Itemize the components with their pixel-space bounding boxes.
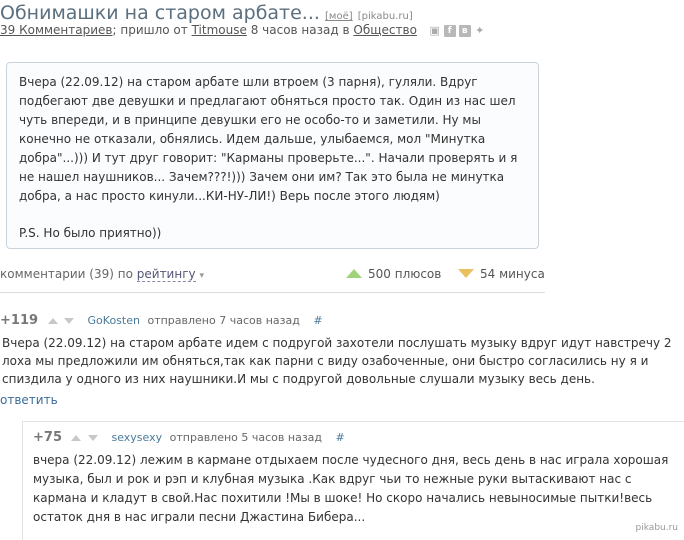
comment-permalink[interactable]: #	[336, 431, 345, 444]
minus-arrow-icon	[458, 269, 474, 278]
facebook-icon[interactable]: f	[443, 24, 456, 37]
post-header: Обнимашки на старом арбате... [моё] [pik…	[0, 2, 413, 24]
divider	[0, 292, 545, 293]
comment-author-link[interactable]: sexysexy	[111, 431, 162, 444]
vkontakte-icon[interactable]: в	[458, 24, 471, 37]
comment-score: +119	[0, 313, 39, 328]
sort-dropdown[interactable]: рейтингу	[136, 267, 196, 282]
category-link[interactable]: Общество	[353, 23, 417, 37]
watermark: pikabu.ru	[635, 523, 678, 533]
comment: +119 GoKosten отправлено 7 часов назад #…	[0, 313, 684, 407]
tag-mine[interactable]: [моё]	[325, 11, 353, 22]
twitter-icon[interactable]: ✦	[474, 24, 486, 37]
chevron-down-icon[interactable]: ▾	[199, 271, 204, 281]
minus-counter: 54 минуса	[458, 267, 545, 281]
comment-score: +75	[33, 430, 62, 445]
post-title[interactable]: Обнимашки на старом арбате...	[0, 2, 320, 24]
reply-link[interactable]: ответить	[0, 393, 684, 407]
comment-header: +119 GoKosten отправлено 7 часов назад #	[0, 313, 684, 328]
plus-counter: 500 плюсов	[346, 267, 441, 281]
save-icon[interactable]: ▣	[429, 24, 441, 37]
story-box: Вчера (22.09.12) на старом арбате шли вт…	[6, 62, 539, 249]
vote-down-icon[interactable]	[87, 435, 98, 441]
comments-count-link[interactable]: 39 Комментариев	[0, 23, 113, 37]
post-meta: 39 Комментариев; пришло от Titmouse 8 ча…	[0, 23, 486, 37]
post-time: 8 часов назад в	[250, 23, 350, 37]
story-text: Вчера (22.09.12) на старом арбате шли вт…	[19, 75, 518, 203]
minus-label: 54 минуса	[480, 267, 545, 281]
vote-up-icon[interactable]	[71, 435, 82, 441]
comment-header: +75 sexysexy отправлено 5 часов назад #	[33, 430, 683, 445]
plus-arrow-icon	[346, 269, 362, 278]
comment-text: вчера (22.09.12) лежим в кармане отдыхае…	[33, 453, 669, 524]
share-icons: ▣ f в ✦	[429, 24, 486, 37]
source-label: [pikabu.ru]	[357, 11, 413, 22]
comment-permalink[interactable]: #	[313, 314, 322, 327]
comments-stats-bar: комментарии (39) по рейтингу ▾ 500 плюсо…	[0, 267, 545, 282]
story-ps: P.S. Но было приятно))	[19, 226, 162, 240]
plus-label: 500 плюсов	[368, 267, 442, 281]
comment: +75 sexysexy отправлено 5 часов назад # …	[33, 430, 683, 527]
came-from-label: ; пришло от	[112, 23, 188, 37]
vote-down-icon[interactable]	[64, 318, 75, 324]
post-author-link[interactable]: Titmouse	[192, 23, 247, 37]
vote-up-icon[interactable]	[47, 318, 58, 324]
comments-sort-label: комментарии (39) по	[0, 267, 133, 281]
comment-time: отправлено 5 часов назад	[169, 431, 323, 444]
comment-text: Вчера (22.09.12) на старом арбате идем с…	[2, 336, 672, 386]
nested-reply-thread: +75 sexysexy отправлено 5 часов назад # …	[22, 421, 684, 540]
comment-author-link[interactable]: GoKosten	[88, 314, 140, 327]
comment-time: отправлено 7 часов назад	[147, 314, 300, 327]
